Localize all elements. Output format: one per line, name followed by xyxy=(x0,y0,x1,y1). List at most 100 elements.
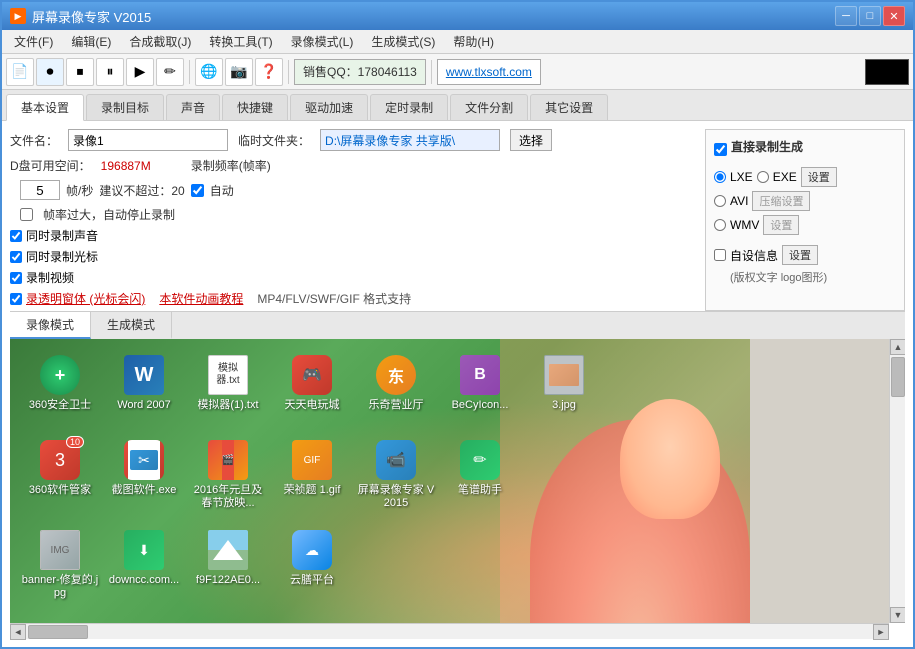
lxe-row: LXE EXE 设置 xyxy=(714,167,896,187)
icon-leqi[interactable]: 东 乐奇营业厅 xyxy=(356,349,436,429)
toolbar-help[interactable]: ❓ xyxy=(255,58,283,86)
temp-folder-input[interactable] xyxy=(320,129,500,151)
tab-hotkeys[interactable]: 快捷键 xyxy=(222,94,288,120)
toolbar-new[interactable]: 📄 xyxy=(6,58,34,86)
icon-360software[interactable]: 10 3 360软件管家 xyxy=(20,434,100,514)
auto-info-row: 自设信息 设置 xyxy=(714,245,896,265)
menu-file[interactable]: 文件(F) xyxy=(6,31,61,52)
icon-mountain[interactable]: f9F122AE0... xyxy=(188,524,268,604)
avi-row: AVI 压缩设置 xyxy=(714,191,896,211)
auto-info-settings-btn[interactable]: 设置 xyxy=(782,245,818,265)
exe-radio[interactable] xyxy=(757,171,769,183)
toolbar-record[interactable]: ⏺ xyxy=(36,58,64,86)
icon-penassist-label: 笔谱助手 xyxy=(458,484,502,497)
tab-scheduled[interactable]: 定时录制 xyxy=(370,94,448,120)
icon-becyicon[interactable]: B BeCyIcon... xyxy=(440,349,520,429)
auto-checkbox[interactable] xyxy=(191,184,204,197)
menu-record-mode[interactable]: 录像模式(L) xyxy=(283,31,362,52)
maximize-button[interactable]: □ xyxy=(859,6,881,26)
sound-checkbox-row: 同时录制声音 xyxy=(10,227,689,244)
icon-word2007[interactable]: W Word 2007 xyxy=(104,349,184,429)
icon-screenrecorder[interactable]: 📹 屏幕录像专家 V2015 xyxy=(356,434,436,514)
exe-settings-btn[interactable]: 设置 xyxy=(801,167,837,187)
tab-sound[interactable]: 声音 xyxy=(166,94,220,120)
tab-other[interactable]: 其它设置 xyxy=(530,94,608,120)
wmv-settings-btn[interactable]: 设置 xyxy=(763,215,799,235)
character-head xyxy=(620,399,720,519)
scroll-track-v[interactable] xyxy=(890,355,905,607)
tab-record-target[interactable]: 录制目标 xyxy=(86,94,164,120)
bottom-tab-generate-mode[interactable]: 生成模式 xyxy=(91,312,172,339)
icon-3jpg[interactable]: 3.jpg xyxy=(524,349,604,429)
icon-cloud[interactable]: ☁ 云膳平台 xyxy=(272,524,352,604)
freq-row: 帧/秒 建议不超过：20 自动 xyxy=(10,180,689,200)
vertical-scrollbar[interactable]: ▲ ▼ xyxy=(889,339,905,623)
toolbar-color-block[interactable] xyxy=(865,59,909,85)
icon-screenrecorder-label: 屏幕录像专家 V2015 xyxy=(357,484,435,510)
select-button[interactable]: 选择 xyxy=(510,129,552,151)
wmv-radio[interactable] xyxy=(714,219,726,231)
menu-composite[interactable]: 合成截取(J) xyxy=(121,31,199,52)
icon-360security-img: + xyxy=(40,355,80,395)
transparent-checkbox[interactable] xyxy=(10,293,22,305)
menu-help[interactable]: 帮助(H) xyxy=(445,31,502,52)
menu-convert[interactable]: 转换工具(T) xyxy=(201,31,280,52)
tab-basic-settings[interactable]: 基本设置 xyxy=(6,94,84,121)
icon-downcc[interactable]: ⬇ downcc.com... xyxy=(104,524,184,604)
filename-input[interactable]: 录像1 xyxy=(68,129,228,151)
icon-penassist-img: ✏ xyxy=(460,440,500,480)
auto-info-checkbox[interactable] xyxy=(714,249,726,261)
horizontal-scrollbar[interactable]: ◄ ► xyxy=(10,623,889,639)
scroll-track-h[interactable] xyxy=(26,624,873,639)
minimize-button[interactable]: ─ xyxy=(835,6,857,26)
toolbar-website[interactable]: www.tlxsoft.com xyxy=(437,59,541,85)
icon-bannerjpg[interactable]: IMG banner-修复的.jpg xyxy=(20,524,100,604)
bottom-tab-record-mode[interactable]: 录像模式 xyxy=(10,312,91,339)
scroll-thumb-v[interactable] xyxy=(891,357,905,397)
icons-row-3: IMG banner-修复的.jpg ⬇ downcc.com... xyxy=(20,524,352,604)
lxe-radio[interactable] xyxy=(714,171,726,183)
icon-leqi-label: 乐奇营业厅 xyxy=(369,399,424,412)
icon-gif[interactable]: GIF 荣祯题 1.gif xyxy=(272,434,352,514)
scroll-thumb-h[interactable] xyxy=(28,625,88,639)
scroll-down-btn[interactable]: ▼ xyxy=(890,607,905,623)
format-support: MP4/FLV/SWF/GIF 格式支持 xyxy=(257,290,411,307)
tab-split[interactable]: 文件分割 xyxy=(450,94,528,120)
lxe-label: LXE xyxy=(730,170,753,184)
toolbar-separator-2 xyxy=(288,60,289,84)
menu-edit[interactable]: 编辑(E) xyxy=(63,31,119,52)
auto-stop-checkbox[interactable] xyxy=(20,208,33,221)
toolbar-pause[interactable]: ⏸ xyxy=(96,58,124,86)
animation-link[interactable]: 本软件动画教程 xyxy=(159,290,243,307)
sound-checkbox[interactable] xyxy=(10,230,22,242)
icon-bannerjpg-img: IMG xyxy=(40,530,80,570)
icon-screenshot[interactable]: ✂ 截图软件.exe xyxy=(104,434,184,514)
close-button[interactable]: ✕ xyxy=(883,6,905,26)
preview-content[interactable]: + 360安全卫士 W Word 2007 模拟器.txt 模拟器(1).txt xyxy=(10,339,889,623)
scroll-up-btn[interactable]: ▲ xyxy=(890,339,905,355)
filename-row: 文件名： 录像1 临时文件夹： 选择 xyxy=(10,129,689,151)
tab-driver[interactable]: 驱动加速 xyxy=(290,94,368,120)
toolbar-stop[interactable]: ⏹ xyxy=(66,58,94,86)
icon-cloud-label: 云膳平台 xyxy=(290,574,334,587)
scroll-right-btn[interactable]: ► xyxy=(873,624,889,640)
avi-radio[interactable] xyxy=(714,195,726,207)
icon-newyear[interactable]: 🎬 2016年元旦及春节放映... xyxy=(188,434,268,514)
icon-penassist[interactable]: ✏ 笔谱助手 xyxy=(440,434,520,514)
toolbar-tool1[interactable]: ✏ xyxy=(156,58,184,86)
video-checkbox[interactable] xyxy=(10,272,22,284)
toolbar-capture[interactable]: 📷 xyxy=(225,58,253,86)
toolbar-web[interactable]: 🌐 xyxy=(195,58,223,86)
menu-generate-mode[interactable]: 生成模式(S) xyxy=(363,31,443,52)
toolbar-play[interactable]: ▶ xyxy=(126,58,154,86)
scroll-left-btn[interactable]: ◄ xyxy=(10,624,26,640)
icon-monikitxt[interactable]: 模拟器.txt 模拟器(1).txt xyxy=(188,349,268,429)
compress-btn[interactable]: 压缩设置 xyxy=(752,191,810,211)
freq-input[interactable] xyxy=(20,180,60,200)
direct-record-checkbox[interactable] xyxy=(714,143,727,156)
transparent-label[interactable]: 录透明窗体 (光标会闪) xyxy=(26,290,145,307)
icon-tiangame[interactable]: 🎮 天天电玩城 xyxy=(272,349,352,429)
sound-label: 同时录制声音 xyxy=(26,227,98,244)
cursor-checkbox[interactable] xyxy=(10,251,22,263)
icon-360security[interactable]: + 360安全卫士 xyxy=(20,349,100,429)
